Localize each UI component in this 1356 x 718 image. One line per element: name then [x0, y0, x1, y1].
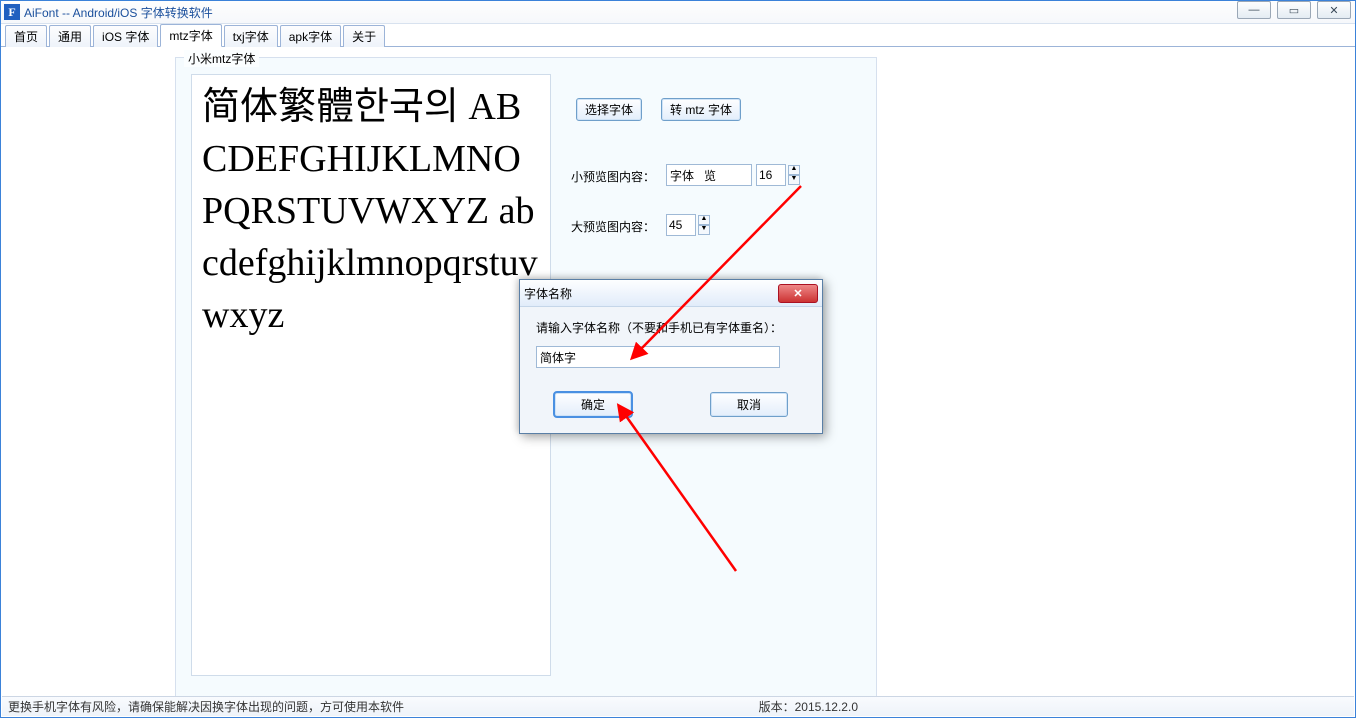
tab-ios-font[interactable]: iOS 字体	[93, 25, 158, 47]
big-preview-size-value[interactable]: 45	[666, 214, 696, 236]
window-title: AiFont -- Android/iOS 字体转换软件	[24, 4, 213, 21]
convert-mtz-button[interactable]: 转 mtz 字体	[661, 98, 741, 121]
dialog-prompt: 请输入字体名称（不要和手机已有字体重名）：	[536, 319, 806, 336]
font-preview-panel: 简体繁體한국의 ABCDEFGHIJKLMNOPQRSTUVWXYZ abcde…	[191, 74, 551, 676]
small-preview-size-value[interactable]: 16	[756, 164, 786, 186]
tab-about[interactable]: 关于	[343, 25, 385, 47]
dialog-body: 请输入字体名称（不要和手机已有字体重名）： 确定 取消	[520, 307, 822, 433]
minimize-button[interactable]: —	[1237, 1, 1271, 19]
tab-txj-font[interactable]: txj字体	[224, 25, 278, 47]
tab-strip: 首页 通用 iOS 字体 mtz字体 txj字体 apk字体 关于	[1, 24, 1355, 47]
status-bar: 更换手机字体有风险，请确保能解决因换字体出现的问题，方可使用本软件 版本：201…	[2, 696, 1354, 716]
tab-mtz-font[interactable]: mtz字体	[160, 24, 221, 47]
status-message: 更换手机字体有风险，请确保能解决因换字体出现的问题，方可使用本软件	[8, 698, 404, 715]
dialog-buttons: 确定 取消	[536, 392, 806, 417]
cancel-button[interactable]: 取消	[710, 392, 788, 417]
big-preview-label: 大预览图内容：	[571, 218, 655, 235]
window-controls: — ▭ ✕	[1237, 1, 1351, 19]
small-preview-size-spinner[interactable]: 16 ▲▼	[756, 164, 800, 186]
tab-home[interactable]: 首页	[5, 25, 47, 47]
small-preview-label: 小预览图内容：	[571, 168, 655, 185]
title-bar: F AiFont -- Android/iOS 字体转换软件 — ▭ ✕	[1, 1, 1355, 24]
big-preview-size-spinner[interactable]: 45 ▲▼	[666, 214, 710, 236]
tab-apk-font[interactable]: apk字体	[280, 25, 341, 47]
dialog-titlebar[interactable]: 字体名称 ✕	[520, 280, 822, 307]
ok-button[interactable]: 确定	[554, 392, 632, 417]
font-preview-text: 简体繁體한국의 ABCDEFGHIJKLMNOPQRSTUVWXYZ abcde…	[202, 81, 540, 341]
maximize-button[interactable]: ▭	[1277, 1, 1311, 19]
small-preview-input[interactable]	[666, 164, 752, 186]
groupbox-legend: 小米mtz字体	[184, 50, 259, 67]
dialog-title: 字体名称	[524, 285, 572, 302]
app-window: F AiFont -- Android/iOS 字体转换软件 — ▭ ✕ 首页 …	[0, 0, 1356, 718]
select-font-button[interactable]: 选择字体	[576, 98, 642, 121]
dialog-close-button[interactable]: ✕	[778, 284, 818, 303]
spinner-arrows-icon[interactable]: ▲▼	[788, 165, 800, 185]
app-icon: F	[4, 4, 20, 20]
spinner-arrows-icon[interactable]: ▲▼	[698, 215, 710, 235]
close-button[interactable]: ✕	[1317, 1, 1351, 19]
version-label: 版本：2015.12.2.0	[759, 698, 858, 715]
font-name-dialog: 字体名称 ✕ 请输入字体名称（不要和手机已有字体重名）： 确定 取消	[519, 279, 823, 434]
tab-general[interactable]: 通用	[49, 25, 91, 47]
font-name-input[interactable]	[536, 346, 780, 368]
